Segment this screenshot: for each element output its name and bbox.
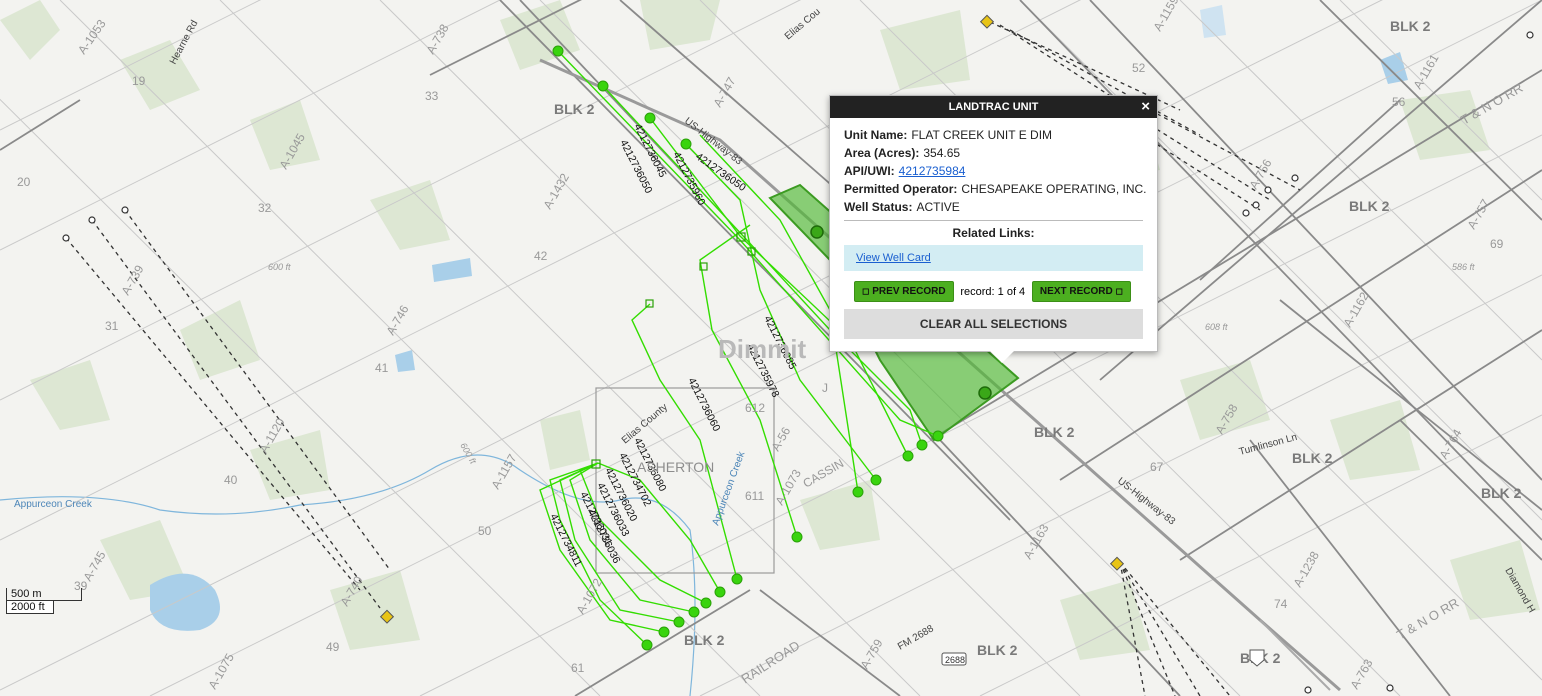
popup-header: LANDTRAC UNIT ×	[830, 96, 1157, 118]
svg-text:52: 52	[1132, 61, 1146, 75]
landtrac-unit-popup: LANDTRAC UNIT × Unit Name: FLAT CREEK UNI…	[829, 95, 1158, 363]
svg-text:19: 19	[132, 74, 146, 88]
map-canvas[interactable]: 4212736045 4212736050 4212735960 4212736…	[0, 0, 1542, 696]
county-label: Dimmit	[718, 334, 806, 364]
close-icon[interactable]: ×	[1141, 96, 1150, 118]
scale-bar: 500 m 2000 ft	[6, 588, 82, 614]
related-links-title: Related Links:	[952, 226, 1035, 240]
svg-text:20: 20	[17, 175, 31, 189]
block-label: BLK 2	[977, 642, 1018, 658]
record-counter: record: 1 of 4	[960, 285, 1026, 298]
status-label: Well Status:	[844, 200, 913, 214]
popup-body: Unit Name: FLAT CREEK UNIT E DIM Area (Ac…	[830, 118, 1157, 240]
svg-text:612: 612	[745, 401, 765, 415]
status-row: Well Status: ACTIVE	[844, 200, 1143, 214]
elevation-label: 586 ft	[1452, 262, 1475, 272]
svg-text:33: 33	[425, 89, 439, 103]
operator-row: Permitted Operator: CHESAPEAKE OPERATING,…	[844, 182, 1147, 196]
scale-metric: 500 m	[6, 588, 82, 601]
prev-record-label: PREV RECORD	[872, 286, 946, 297]
area-value: 354.65	[923, 146, 961, 160]
svg-text:50: 50	[478, 524, 492, 538]
api-row: API/UWI: 4212735984	[844, 164, 1143, 178]
svg-text:J: J	[822, 381, 828, 395]
svg-text:32: 32	[258, 201, 272, 215]
svg-text:61: 61	[571, 661, 585, 675]
unit-name-row: Unit Name: FLAT CREEK UNIT E DIM	[844, 128, 1143, 142]
block-label: BLK 2	[1349, 198, 1390, 214]
svg-text:40: 40	[224, 473, 238, 487]
area-row: Area (Acres): 354.65	[844, 146, 1143, 160]
block-label: BLK 2	[554, 101, 595, 117]
block-label: BLK 2	[1390, 18, 1431, 34]
svg-text:67: 67	[1150, 460, 1164, 474]
next-record-label: NEXT RECORD	[1039, 286, 1113, 297]
creek-label: Appurceon Creek	[14, 499, 93, 510]
related-links-box: View Well Card	[844, 245, 1143, 271]
svg-text:74: 74	[1274, 597, 1288, 611]
clear-all-selections-button[interactable]: CLEAR ALL SELECTIONS	[844, 309, 1143, 339]
api-link[interactable]: 4212735984	[899, 164, 966, 178]
svg-text:49: 49	[326, 640, 340, 654]
prev-record-button[interactable]: ◻ PREV RECORD	[854, 281, 954, 302]
operator-label: Permitted Operator:	[844, 182, 958, 196]
elevation-label: 600 ft	[268, 262, 291, 272]
elevation-label: 608 ft	[1205, 322, 1228, 332]
unit-well-marker[interactable]	[810, 225, 824, 239]
prev-square-icon: ◻	[862, 286, 870, 296]
scale-imperial: 2000 ft	[6, 601, 54, 614]
unit-well-marker-2[interactable]	[978, 386, 992, 400]
record-navigation: ◻ PREV RECORD record: 1 of 4 NEXT RECORD…	[854, 281, 1131, 302]
block-label: BLK 2	[1034, 424, 1075, 440]
operator-value: CHESAPEAKE OPERATING, INC.	[961, 182, 1147, 196]
svg-text:2688: 2688	[945, 655, 965, 665]
town-label: ASHERTON	[637, 459, 714, 475]
svg-text:56: 56	[1392, 95, 1406, 109]
next-record-button[interactable]: NEXT RECORD ◻	[1031, 281, 1131, 302]
popup-title: LANDTRAC UNIT	[948, 101, 1039, 113]
svg-text:42: 42	[534, 249, 548, 263]
block-label: BLK 2	[1292, 450, 1333, 466]
svg-text:41: 41	[375, 361, 389, 375]
svg-text:31: 31	[105, 319, 119, 333]
svg-text:611: 611	[745, 489, 764, 503]
svg-text:69: 69	[1490, 237, 1504, 251]
api-label: API/UWI:	[844, 164, 895, 178]
block-label: BLK 2	[1481, 485, 1522, 501]
next-square-icon: ◻	[1115, 286, 1123, 296]
area-label: Area (Acres):	[844, 146, 920, 160]
block-label: BLK 2	[684, 632, 725, 648]
divider	[844, 220, 1143, 221]
popup-pointer	[990, 351, 1014, 363]
status-value: ACTIVE	[916, 200, 960, 214]
unit-name-label: Unit Name:	[844, 128, 908, 142]
view-well-card-link[interactable]: View Well Card	[856, 252, 931, 264]
unit-name-value: FLAT CREEK UNIT E DIM	[911, 128, 1053, 142]
